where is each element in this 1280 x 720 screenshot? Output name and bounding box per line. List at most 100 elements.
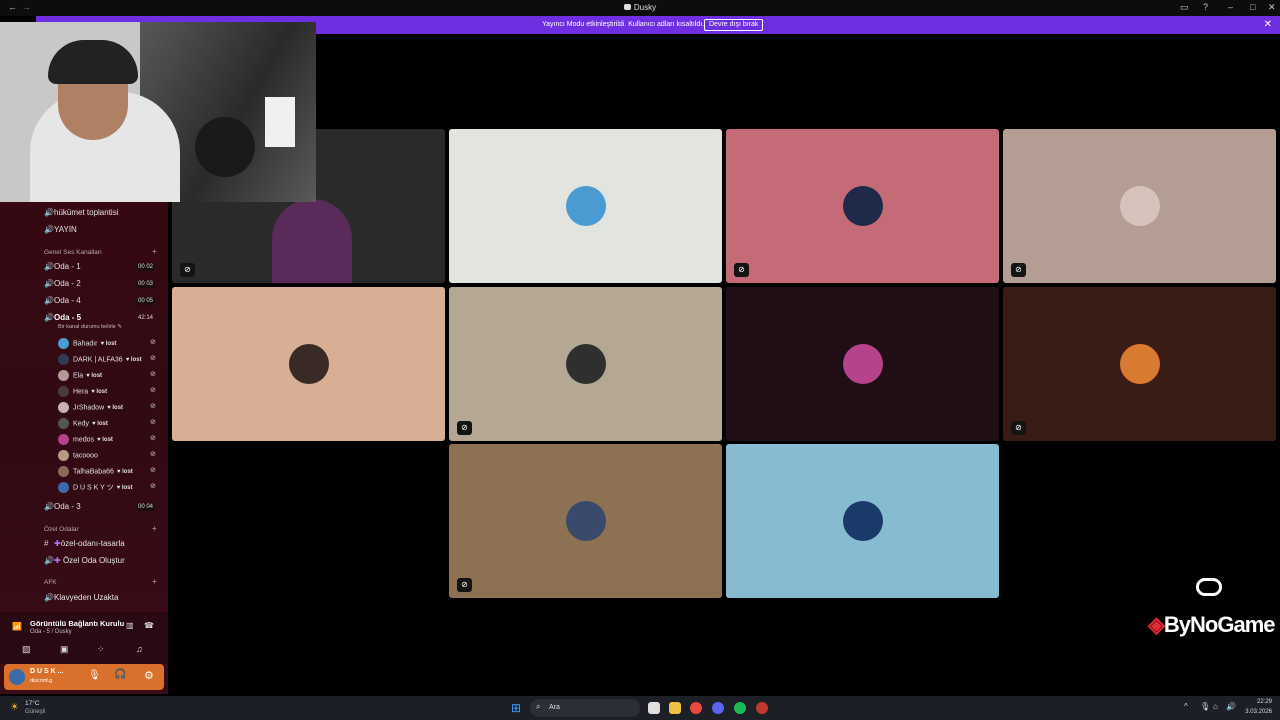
hash-icon: # — [44, 539, 49, 548]
disable-streamer-mode-button[interactable]: Devre dışı bırak — [704, 19, 764, 31]
channel-status[interactable]: Bir kanal durumu belirle ✎ — [58, 324, 122, 330]
channel-yayin[interactable]: 🔊YAYIN — [44, 225, 77, 234]
channel-oda-4[interactable]: 🔊Oda - 4 — [44, 296, 81, 305]
voice-member[interactable]: Bahadır ♥ lost ⊘ — [58, 338, 156, 349]
app-icon[interactable] — [756, 702, 768, 714]
participant-video-tile[interactable]: ⊘ — [449, 444, 722, 598]
maximize-icon[interactable]: □ — [1250, 2, 1255, 12]
voice-member[interactable]: TalhaBaba66 ♥ lost ⊘ — [58, 466, 156, 477]
participant-video-tile[interactable]: ⊘ — [726, 129, 999, 283]
title-bar: ← → Dusky ▭ ? – □ ✕ — [0, 0, 1280, 16]
gear-icon[interactable]: ⚙ — [144, 669, 154, 682]
channel-ozel-tasarla[interactable]: # ✚özel-odanı-tasarla — [44, 539, 125, 548]
participant-avatar — [566, 344, 606, 384]
clock-date[interactable]: 3.03.2026 — [1236, 709, 1272, 715]
signal-icon[interactable]: 📶 — [12, 622, 22, 631]
voice-member[interactable]: tacoooo ⊘ — [58, 450, 156, 461]
speaker-icon: 🔊 — [44, 262, 54, 271]
chrome-icon[interactable] — [690, 702, 702, 714]
mic-tray-icon[interactable]: 🎙 — [1200, 702, 1210, 711]
chevron-up-icon[interactable]: ^ — [1184, 702, 1188, 711]
avatar — [58, 482, 69, 493]
back-icon[interactable]: ← — [8, 2, 17, 12]
category-genel-ses[interactable]: Genel Ses Kanalları — [44, 249, 102, 256]
search-icon: ⌕ — [536, 702, 541, 711]
volume-icon[interactable]: 🔊 — [1226, 702, 1236, 711]
taskbar-search[interactable]: ⌕ Ara — [530, 699, 640, 717]
user-panel: D U S K ... discord.g 🎙 🎧 ⚙ — [4, 664, 164, 690]
add-channel-icon[interactable]: + — [152, 247, 157, 256]
speaker-icon: 🔊 — [44, 593, 54, 602]
voice-member[interactable]: Kedy ♥ lost ⊘ — [58, 418, 156, 429]
avatar[interactable] — [9, 669, 25, 685]
muted-mic-icon: ⊘ — [457, 421, 472, 435]
forward-icon[interactable]: → — [22, 2, 31, 12]
avatar — [58, 338, 69, 349]
member-name: Ela — [73, 372, 84, 380]
voice-member[interactable]: JrShadow ♥ lost ⊘ — [58, 402, 156, 413]
connection-location[interactable]: Oda - 5 / Dusky — [30, 629, 72, 635]
channel-oda-1[interactable]: 🔊Oda - 1 — [44, 262, 81, 271]
participant-video-tile[interactable]: ⊘ — [1003, 287, 1276, 441]
speaker-icon: 🔊 — [44, 556, 54, 565]
participant-avatar — [289, 344, 329, 384]
participant-avatar — [272, 199, 352, 283]
microphone-icon[interactable]: 🎙 — [88, 670, 101, 681]
speaker-icon: 🔊 — [44, 313, 54, 322]
noise-suppression-icon[interactable]: ▥ — [126, 621, 134, 630]
participant-video-tile[interactable] — [726, 287, 999, 441]
member-name: tacoooo — [73, 452, 98, 460]
category-afk[interactable]: AFK — [44, 579, 57, 586]
clock-time[interactable]: 22:29 — [1244, 699, 1272, 705]
participant-video-tile[interactable] — [172, 287, 445, 441]
weather-temp[interactable]: 17°C — [25, 700, 40, 707]
voice-member[interactable]: medos ♥ lost ⊘ — [58, 434, 156, 445]
channel-ozel-olustur[interactable]: 🔊✚ Özel Oda Oluştur — [44, 556, 125, 565]
channel-afk[interactable]: 🔊Klavyeden Uzakta — [44, 593, 118, 602]
minimize-icon[interactable]: – — [1228, 2, 1233, 12]
close-window-icon[interactable]: ✕ — [1268, 2, 1276, 13]
screen-share-icon[interactable]: ▣ — [60, 644, 69, 655]
windows-start-icon[interactable]: ⊞ — [511, 701, 521, 715]
speaker-icon: 🔊 — [44, 279, 54, 288]
participant-video-tile[interactable]: ⊘ — [449, 287, 722, 441]
weather-desc[interactable]: Güneşli — [25, 709, 45, 715]
windows-taskbar: ☀ 17°C Güneşli ⊞ ⌕ Ara ^ 🎙 ⌂ 🔊 22:29 3.0… — [0, 696, 1280, 720]
add-channel-icon[interactable]: + — [152, 577, 157, 586]
participant-video-tile[interactable] — [449, 129, 722, 283]
task-view-icon[interactable] — [648, 702, 660, 714]
camera-off-icon[interactable]: ▧ — [22, 644, 31, 655]
member-tag: ♥ lost — [125, 357, 142, 364]
close-icon[interactable]: ✕ — [1264, 19, 1272, 30]
discord-app-icon[interactable] — [712, 702, 724, 714]
voice-member[interactable]: D U S K Y ツ ♥ lost ⊘ — [58, 482, 156, 493]
sun-icon: ☀ — [10, 702, 19, 713]
file-explorer-icon[interactable] — [669, 702, 681, 714]
connection-status: Görüntülü Bağlantı Kurulu — [30, 619, 124, 628]
member-name: D U S K Y ツ — [73, 484, 114, 492]
disconnect-icon[interactable]: ☎ — [144, 621, 154, 630]
activities-icon[interactable]: ⁘ — [97, 644, 105, 655]
category-ozel-odalar[interactable]: Özel Odalar — [44, 526, 79, 533]
voice-member[interactable]: Ela ♥ lost ⊘ — [58, 370, 156, 381]
member-name: Kedy — [73, 420, 89, 428]
inbox-icon[interactable]: ▭ — [1180, 2, 1189, 13]
channel-oda-5[interactable]: 🔊Oda - 5 — [44, 313, 81, 322]
channel-oda-2[interactable]: 🔊Oda - 2 — [44, 279, 81, 288]
spotify-icon[interactable] — [734, 702, 746, 714]
voice-member[interactable]: DARK | ALFA36 ♥ lost ⊘ — [58, 354, 156, 365]
channel-hukumet[interactable]: 🔊hükümet toplantisi — [44, 208, 118, 217]
participant-video-tile[interactable]: ⊘ — [1003, 129, 1276, 283]
wifi-icon[interactable]: ⌂ — [1213, 702, 1218, 711]
channel-oda-3[interactable]: 🔊Oda - 3 — [44, 502, 81, 511]
speaker-icon: 🔊 — [44, 502, 54, 511]
participant-video-tile[interactable] — [726, 444, 999, 598]
muted-icon: ⊘ — [150, 371, 156, 378]
voice-member[interactable]: Hera ♥ lost ⊘ — [58, 386, 156, 397]
participant-avatar — [843, 501, 883, 541]
headphones-icon[interactable]: 🎧 — [114, 669, 126, 680]
add-channel-icon[interactable]: + — [152, 524, 157, 533]
soundboard-icon[interactable]: ♫ — [136, 644, 143, 654]
user-status: discord.g — [30, 678, 53, 684]
help-icon[interactable]: ? — [1203, 2, 1208, 12]
